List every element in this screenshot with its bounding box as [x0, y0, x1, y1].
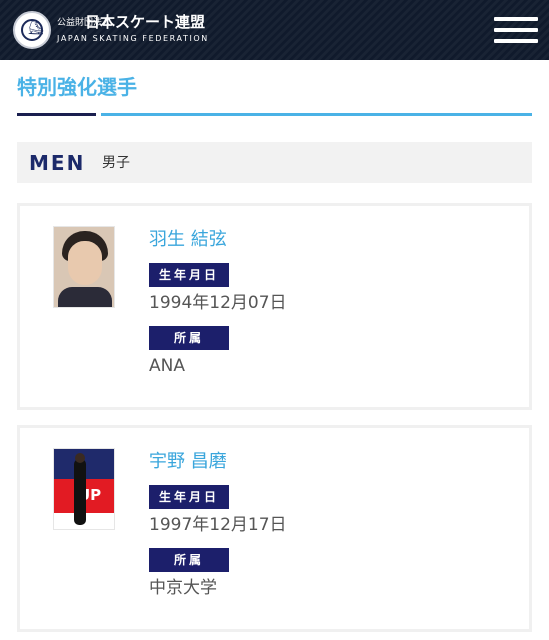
athlete-name[interactable]: 羽生 結弦: [149, 228, 227, 252]
affiliation-value: ANA: [149, 356, 185, 376]
photo-face: [68, 241, 102, 285]
title-rule-dark: [17, 113, 96, 116]
hamburger-menu-icon[interactable]: [494, 15, 538, 45]
birth-date-value: 1997年12月17日: [149, 515, 287, 535]
org-name-en: JAPAN SKATING FEDERATION: [57, 34, 209, 43]
athlete-card[interactable]: 羽生 結弦 生年月日 1994年12月07日 所属 ANA: [17, 203, 532, 410]
birth-date-badge: 生年月日: [149, 485, 229, 509]
photo-skater: [74, 459, 86, 525]
menu-bar: [494, 39, 538, 43]
photo-body: [58, 287, 112, 307]
section-label-en: MEN: [29, 151, 86, 175]
menu-bar: [494, 28, 538, 32]
affiliation-badge: 所属: [149, 326, 229, 350]
title-rule-light: [101, 113, 532, 116]
skater-glyph: ⛸: [27, 20, 45, 36]
photo-head: [75, 453, 85, 463]
section-label-jp: 男子: [102, 155, 130, 171]
affiliation-value: 中京大学: [149, 578, 217, 598]
athlete-name[interactable]: 宇野 昌磨: [149, 450, 227, 474]
athlete-card[interactable]: UP 宇野 昌磨 生年月日 1997年12月17日 所属 中京大学: [17, 425, 532, 632]
section-header: MEN 男子: [17, 142, 532, 183]
birth-date-value: 1994年12月07日: [149, 293, 287, 313]
athlete-photo[interactable]: [53, 226, 115, 308]
athlete-photo[interactable]: UP: [53, 448, 115, 530]
menu-bar: [494, 17, 538, 21]
site-header: ⛸ 公益財団法人 日本スケート連盟 JAPAN SKATING FEDERATI…: [0, 0, 549, 60]
jsf-emblem-icon[interactable]: ⛸: [13, 11, 51, 49]
birth-date-badge: 生年月日: [149, 263, 229, 287]
page-title: 特別強化選手: [17, 75, 137, 99]
org-name[interactable]: 日本スケート連盟: [85, 13, 205, 31]
affiliation-badge: 所属: [149, 548, 229, 572]
